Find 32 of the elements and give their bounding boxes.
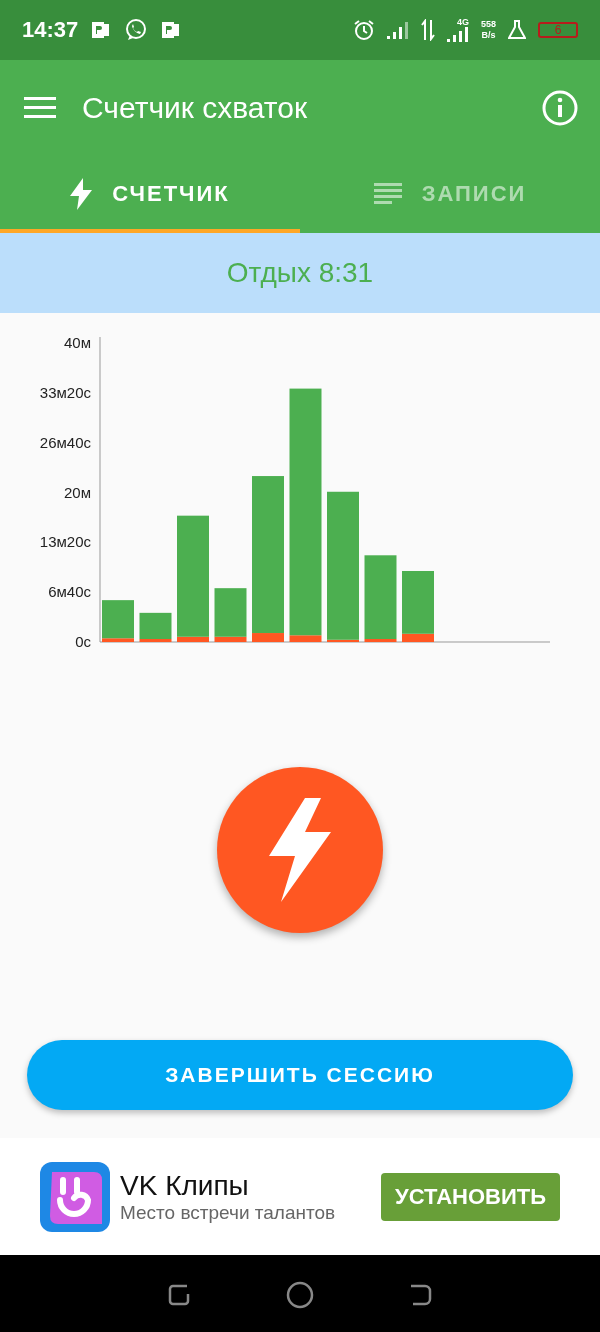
axis-label: 0с [75,633,91,650]
data-transfer-icon [420,19,435,41]
network-type: 4G [456,17,469,27]
network-speed: 558 [480,19,496,30]
app-title: Счетчик схваток [82,90,309,125]
install-button[interactable]: УСТАНОВИТЬ [381,1172,560,1221]
clock: 14:37 [22,17,79,43]
axis-label: 40м [64,334,91,351]
axis-label: 6м40с [48,583,91,601]
chat-icon [124,18,149,42]
end-session-button[interactable]: ЗАВЕРШИТЬ СЕССИЮ [27,1040,573,1110]
battery-level: 6 [538,22,578,38]
axis-label: 26м40с [39,433,91,451]
flask-icon [508,20,526,40]
tab[interactable]: ЗАПИСИ [300,155,600,233]
axis-label: 20м [64,483,91,501]
rest-timer: Отдых 8:31 [226,257,374,289]
list-icon [373,181,402,206]
bolt-icon [70,177,93,210]
home-icon[interactable] [286,1281,314,1309]
bolt-icon [269,798,331,902]
network-speed-unit: B/s [480,30,496,41]
app-logo-icon [40,1161,110,1232]
ad-title: VK Клипы [120,1169,250,1202]
signal-icon [446,27,469,43]
info-icon[interactable] [542,89,578,126]
axis-label: 33м20с [39,383,91,401]
signal-icon [386,20,409,40]
alarm-icon [352,19,375,41]
ad-subtitle: Место встречи талантов [120,1201,337,1224]
menu-icon[interactable] [24,96,56,119]
axis-label: 13м20с [39,533,91,551]
